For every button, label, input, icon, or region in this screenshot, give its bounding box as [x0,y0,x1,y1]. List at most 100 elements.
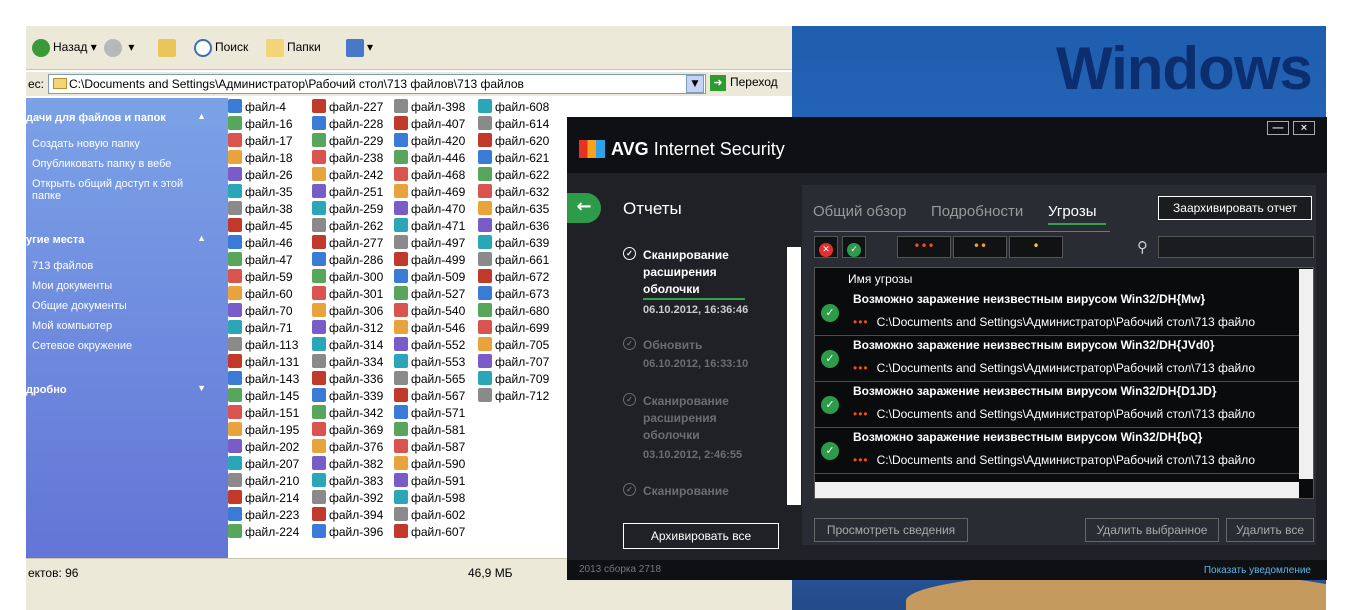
search-button[interactable]: Поиск [194,39,248,59]
file-item[interactable]: файл-709 [478,371,549,388]
file-item[interactable]: файл-227 [312,99,383,116]
file-item[interactable]: файл-587 [394,439,465,456]
file-item[interactable]: файл-71 [228,320,293,337]
file-item[interactable]: файл-590 [394,456,465,473]
address-dropdown[interactable]: ▼ [686,75,704,93]
file-item[interactable]: файл-286 [312,252,383,269]
file-item[interactable]: файл-223 [228,507,299,524]
report-item[interactable]: ✓ Сканирование [623,483,788,501]
place-link-shared-docs[interactable]: Общие документы [32,300,212,312]
file-item[interactable]: файл-591 [394,473,465,490]
file-item[interactable]: файл-639 [478,235,549,252]
table-vertical-scrollbar[interactable] [1299,269,1313,479]
archive-report-button[interactable]: Заархивировать отчет [1158,196,1312,220]
file-item[interactable]: файл-608 [478,99,549,116]
file-item[interactable]: файл-207 [228,456,299,473]
file-item[interactable]: файл-607 [394,524,465,541]
file-item[interactable]: файл-342 [312,405,383,422]
file-item[interactable]: файл-229 [312,133,383,150]
tab-threats[interactable]: Угрозы [1048,203,1097,220]
place-link-my-docs[interactable]: Мои документы [32,280,212,292]
file-item[interactable]: файл-636 [478,218,549,235]
file-item[interactable]: файл-497 [394,235,465,252]
threat-row[interactable]: ✓ Возможно заражение неизвестным вирусом… [815,428,1299,474]
close-button[interactable]: × [1293,121,1315,135]
go-button[interactable]: ➜ Переход [710,75,778,91]
file-item[interactable]: файл-567 [394,388,465,405]
file-item[interactable]: файл-396 [312,524,383,541]
file-item[interactable]: файл-602 [394,507,465,524]
threat-row[interactable]: ✓ Возможно заражение неизвестным вирусом… [815,290,1299,336]
file-item[interactable]: файл-571 [394,405,465,422]
file-item[interactable]: файл-312 [312,320,383,337]
file-item[interactable]: файл-16 [228,116,293,133]
folders-button[interactable]: Папки [266,39,321,59]
file-item[interactable]: файл-301 [312,286,383,303]
view-details-button[interactable]: Просмотреть сведения [814,518,968,542]
file-item[interactable]: файл-300 [312,269,383,286]
file-item[interactable]: файл-552 [394,337,465,354]
table-horizontal-scrollbar[interactable] [815,482,1299,498]
file-item[interactable]: файл-35 [228,184,293,201]
place-link-network[interactable]: Сетевое окружение [32,340,212,352]
file-item[interactable]: файл-145 [228,388,299,405]
file-item[interactable]: файл-131 [228,354,299,371]
threat-row[interactable]: ✓ Возможно заражение неизвестным вирусом… [815,336,1299,382]
place-link-713[interactable]: 713 файлов [32,260,212,272]
report-item[interactable]: ✓ Сканирование расширения оболочки 03.10… [623,393,788,463]
file-item[interactable]: файл-383 [312,473,383,490]
file-item[interactable]: файл-621 [478,150,549,167]
file-item[interactable]: файл-470 [394,201,465,218]
file-item[interactable]: файл-392 [312,490,383,507]
tab-overview[interactable]: Общий обзор [813,203,907,220]
column-header-threat-name[interactable]: Имя угрозы [848,272,912,286]
file-item[interactable]: файл-143 [228,371,299,388]
file-item[interactable]: файл-228 [312,116,383,133]
file-item[interactable]: файл-635 [478,201,549,218]
filter-severity-low[interactable]: • [1009,236,1063,258]
file-item[interactable]: файл-277 [312,235,383,252]
tab-details[interactable]: Подробности [931,203,1023,220]
archive-all-button[interactable]: Архивировать все [623,523,779,549]
file-item[interactable]: файл-661 [478,252,549,269]
threat-search-input[interactable] [1158,236,1314,258]
file-item[interactable]: файл-471 [394,218,465,235]
file-item[interactable]: файл-546 [394,320,465,337]
file-item[interactable]: файл-446 [394,150,465,167]
filter-healed[interactable]: ✓ [842,236,866,258]
file-item[interactable]: файл-47 [228,252,293,269]
file-item[interactable]: файл-224 [228,524,299,541]
file-item[interactable]: файл-314 [312,337,383,354]
file-item[interactable]: файл-60 [228,286,293,303]
file-item[interactable]: файл-259 [312,201,383,218]
file-item[interactable]: файл-527 [394,286,465,303]
back-button[interactable]: ← [567,193,601,223]
reports-scrollbar[interactable] [787,247,801,505]
file-item[interactable]: файл-376 [312,439,383,456]
file-item[interactable]: файл-509 [394,269,465,286]
task-link-new-folder[interactable]: Создать новую папку [32,138,212,150]
file-item[interactable]: файл-620 [478,133,549,150]
file-item[interactable]: файл-59 [228,269,293,286]
file-item[interactable]: файл-151 [228,405,299,422]
show-notification-link[interactable]: Показать уведомление [1204,565,1311,576]
forward-button[interactable]: ▾ [104,39,134,59]
back-button[interactable]: Назад ▾ [32,39,97,59]
file-item[interactable]: файл-707 [478,354,549,371]
file-item[interactable]: файл-334 [312,354,383,371]
file-item[interactable]: файл-70 [228,303,293,320]
other-places-header[interactable]: угие места ▲ [26,230,212,252]
file-item[interactable]: файл-214 [228,490,299,507]
file-item[interactable]: файл-499 [394,252,465,269]
up-folder-button[interactable] [158,39,179,59]
file-item[interactable]: файл-699 [478,320,549,337]
file-item[interactable]: файл-4 [228,99,286,116]
file-item[interactable]: файл-673 [478,286,549,303]
file-item[interactable]: файл-369 [312,422,383,439]
file-item[interactable]: файл-420 [394,133,465,150]
file-item[interactable]: файл-672 [478,269,549,286]
file-item[interactable]: файл-680 [478,303,549,320]
file-item[interactable]: файл-262 [312,218,383,235]
file-item[interactable]: файл-398 [394,99,465,116]
file-item[interactable]: файл-553 [394,354,465,371]
